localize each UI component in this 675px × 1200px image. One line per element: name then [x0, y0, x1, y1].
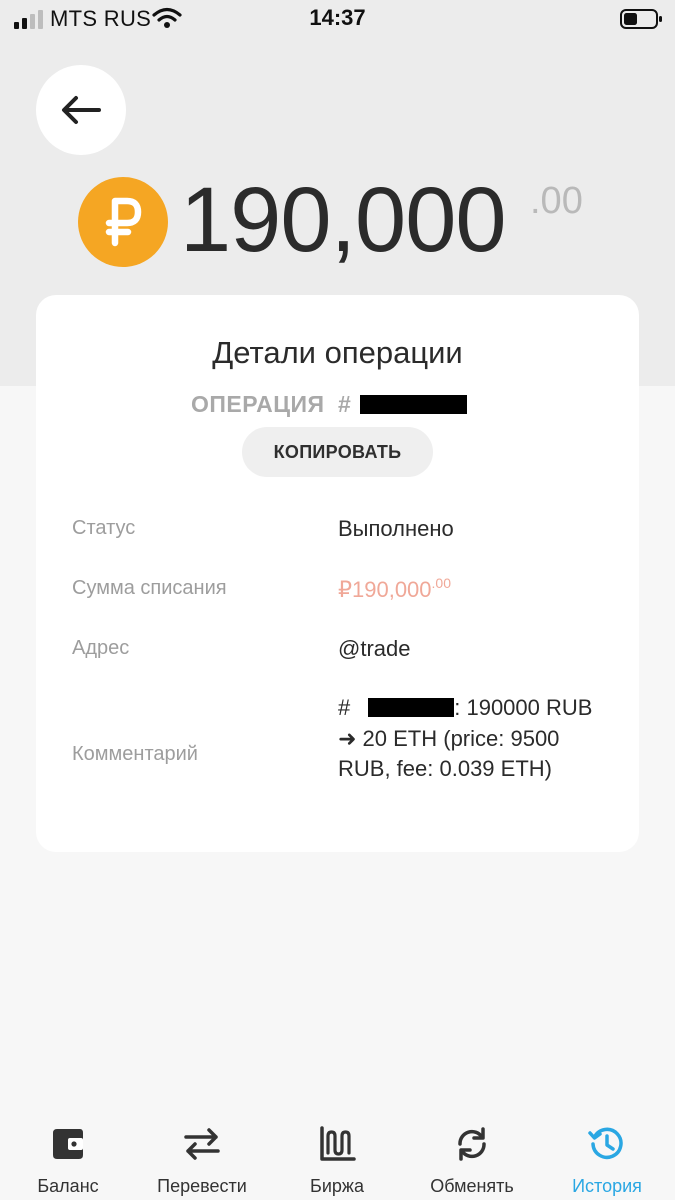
refresh-icon: [458, 1127, 486, 1161]
nav-label-exchange: Биржа: [310, 1176, 364, 1196]
operation-label: ОПЕРАЦИЯ: [191, 391, 325, 417]
ruble-coin-icon: [78, 177, 168, 267]
back-button[interactable]: [36, 65, 126, 155]
operation-hash: #: [338, 391, 351, 417]
debit-decimals: .00: [431, 575, 451, 591]
signal-icon: [14, 10, 43, 29]
redacted-operation-id: [360, 395, 467, 414]
comment-value: #: 190000 RUB ➜ 20 ETH (price: 9500 RUB,…: [338, 693, 608, 785]
amount-decimals: .00: [530, 180, 583, 222]
status-value: Выполнено: [338, 516, 454, 541]
operation-details-card: Детали операции ОПЕРАЦИЯ # КОПИРОВАТЬ Ст…: [36, 295, 639, 852]
history-icon: [588, 1127, 623, 1160]
status-label: Статус: [72, 517, 136, 539]
wallet-icon: [53, 1129, 83, 1159]
copy-button[interactable]: КОПИРОВАТЬ: [242, 427, 433, 477]
carrier-name: MTS RUS: [50, 6, 152, 31]
nav-item-transfer[interactable]: Перевести: [142, 1110, 262, 1200]
wifi-icon: [152, 7, 182, 28]
status-bar: MTS RUS 14:37: [0, 0, 675, 38]
nav-item-balance[interactable]: Баланс: [8, 1110, 128, 1200]
nav-label-balance: Баланс: [37, 1176, 99, 1196]
screen: MTS RUS 14:37 190,000 .00 Детали операци…: [0, 0, 675, 1200]
battery-icon: [620, 9, 662, 29]
comment-label: Комментарий: [72, 743, 198, 765]
exchange-chart-icon: [320, 1126, 356, 1161]
redacted-comment-id: [368, 698, 455, 717]
nav-label-swap: Обменять: [430, 1176, 514, 1196]
debit-amount: ₽190,000.00: [338, 575, 451, 603]
debit-value: ₽190,000: [338, 577, 432, 602]
nav-item-swap[interactable]: Обменять: [412, 1110, 532, 1200]
transfer-arrows-icon: [184, 1128, 220, 1160]
nav-item-history[interactable]: История: [547, 1110, 667, 1200]
bottom-nav: Баланс Перевести Биржа Обменять История: [0, 1110, 675, 1200]
comment-hash: #: [338, 695, 351, 720]
nav-item-exchange[interactable]: Биржа: [277, 1110, 397, 1200]
address-value: @trade: [338, 636, 411, 661]
card-title: Детали операции: [212, 335, 463, 370]
amount-value: 190,000: [180, 169, 507, 271]
debit-label: Сумма списания: [72, 577, 227, 599]
arrow-left-icon: [62, 96, 101, 124]
address-label: Адрес: [72, 637, 130, 659]
nav-label-history: История: [572, 1176, 642, 1196]
nav-label-transfer: Перевести: [157, 1176, 247, 1196]
